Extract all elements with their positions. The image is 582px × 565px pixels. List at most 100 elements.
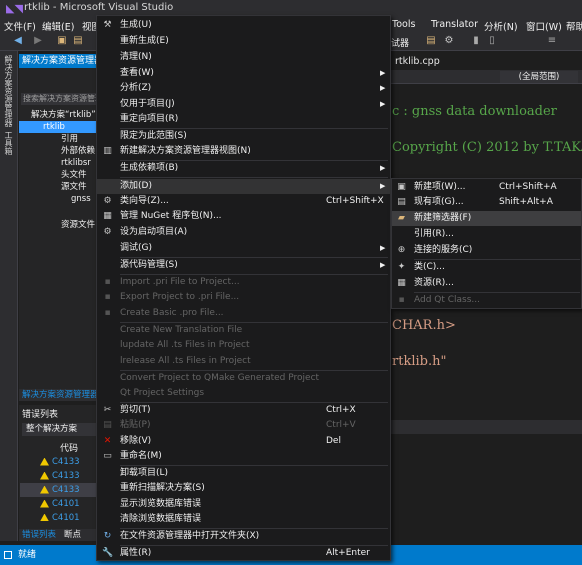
menu-item-label: 添加(D) bbox=[120, 181, 152, 191]
menu-item-project-only[interactable]: 仅用于项目(J) ▶ bbox=[97, 97, 390, 112]
menu-item-clear-db-errors[interactable]: 清除浏览数据库错误 bbox=[97, 512, 390, 527]
submenu-item-add-qt-class[interactable]: ▪ Add Qt Class... bbox=[392, 293, 581, 308]
menu-item-view[interactable]: 查看(W) ▶ bbox=[97, 66, 390, 81]
menu-item-scope-to-this[interactable]: 限定为此范围(S) bbox=[97, 129, 390, 144]
menu-item-label: 剪切(T) bbox=[120, 405, 151, 415]
error-code[interactable]: C4133 bbox=[52, 457, 80, 467]
menu-item-properties[interactable]: 🔧 属性(R) Alt+Enter bbox=[97, 546, 390, 561]
menu-item-paste[interactable]: ▤ 粘贴(P) Ctrl+V bbox=[97, 418, 390, 433]
menu-item-debug[interactable]: 调试(G) ▶ bbox=[97, 241, 390, 256]
submenu-item-resource[interactable]: ▦ 资源(R)... bbox=[392, 276, 581, 291]
menu-window[interactable]: 窗口(W) bbox=[526, 19, 562, 33]
status-text: 就绪 bbox=[18, 550, 37, 560]
menu-item-rename[interactable]: ▭ 重命名(M) bbox=[97, 449, 390, 464]
table-row[interactable]: C4101 bbox=[20, 497, 97, 511]
menu-item-qt-settings[interactable]: Qt Project Settings bbox=[97, 386, 390, 401]
rail-solution-explorer[interactable]: 解决方案资源管理器 bbox=[3, 55, 14, 127]
table-row[interactable]: C4133 bbox=[20, 483, 97, 497]
menu-item-label: 分析(Z) bbox=[120, 83, 152, 93]
settings-icon[interactable]: ⚙ bbox=[443, 35, 455, 47]
folder-icon[interactable]: ▤ bbox=[425, 35, 437, 47]
open-folder-icon[interactable]: ▤ bbox=[72, 35, 84, 47]
menu-item-show-db-errors[interactable]: 显示浏览数据库错误 bbox=[97, 497, 390, 512]
rail-toolbox[interactable]: 工具箱 bbox=[3, 131, 14, 155]
menu-item-cut[interactable]: ✂ 剪切(T) Ctrl+X bbox=[97, 403, 390, 418]
menu-item-open-folder[interactable]: ↻ 在文件资源管理器中打开文件夹(X) bbox=[97, 529, 390, 544]
submenu-item-existing-item[interactable]: ▤ 现有项(G)... Shift+Alt+A bbox=[392, 195, 581, 210]
error-scope-dropdown[interactable]: 整个解决方案 bbox=[22, 423, 97, 436]
menu-item-label: Qt Project Settings bbox=[120, 388, 205, 398]
submenu-item-connected-service[interactable]: ⊕ 连接的服务(C) bbox=[392, 243, 581, 258]
menu-item-retarget[interactable]: 重定向项目(R) bbox=[97, 112, 390, 127]
menu-item-build[interactable]: ⚒ 生成(U) bbox=[97, 18, 390, 33]
error-code[interactable]: C4133 bbox=[52, 485, 80, 495]
menu-item-new-view[interactable]: ▥ 新建解决方案资源管理器视图(N) bbox=[97, 144, 390, 159]
menu-item-remove[interactable]: ✕ 移除(V) Del bbox=[97, 434, 390, 449]
menu-item-export-pri[interactable]: ▪ Export Project to .pri File... bbox=[97, 290, 390, 305]
menu-item-lrelease[interactable]: lrelease All .ts Files in Project bbox=[97, 354, 390, 369]
menu-item-build-dependencies[interactable]: 生成依赖项(B) ▶ bbox=[97, 161, 390, 176]
tab-error-list[interactable]: 错误列表 bbox=[22, 529, 56, 541]
error-column-code[interactable]: 代码 bbox=[60, 441, 78, 454]
menu-item-label: 管理 NuGet 程序包(N)... bbox=[120, 211, 222, 221]
editor-tab[interactable]: rtklib.cpp bbox=[395, 55, 455, 69]
tree-item[interactable]: 源文件 bbox=[19, 181, 97, 193]
menu-item-new-translation[interactable]: Create New Translation File bbox=[97, 323, 390, 338]
forward-icon[interactable]: ▶ bbox=[32, 35, 44, 47]
menu-item-nuget[interactable]: ▦ 管理 NuGet 程序包(N)... bbox=[97, 209, 390, 224]
tree-item[interactable]: 引用 bbox=[19, 133, 97, 145]
back-icon[interactable]: ◀ bbox=[12, 35, 24, 47]
menu-item-source-control[interactable]: 源代码管理(S) ▶ bbox=[97, 258, 390, 273]
scope-dropdown[interactable]: (全局范围) bbox=[500, 71, 578, 83]
menu-item-add[interactable]: 添加(D) ▶ bbox=[97, 179, 390, 194]
menu-edit[interactable]: 编辑(E) bbox=[42, 19, 74, 33]
tree-item[interactable]: 外部依赖 bbox=[19, 145, 97, 157]
submenu-item-new-item[interactable]: ▣ 新建项(W)... Ctrl+Shift+A bbox=[392, 180, 581, 195]
tree-solution[interactable]: 解决方案“rtklib” bbox=[19, 109, 97, 121]
submenu-item-new-filter[interactable]: ▰ 新建筛选器(F) bbox=[392, 211, 581, 226]
bookmark-icon[interactable]: ▮ bbox=[470, 35, 482, 47]
submenu-item-reference[interactable]: 引用(R)... bbox=[392, 227, 581, 242]
table-row[interactable]: C4133 bbox=[20, 469, 97, 483]
menu-item-label: 引用(R)... bbox=[414, 229, 454, 239]
error-code[interactable]: C4133 bbox=[52, 471, 80, 481]
menu-item-create-pro[interactable]: ▪ Create Basic .pro File... bbox=[97, 306, 390, 321]
menu-analyze[interactable]: 分析(N) bbox=[484, 19, 518, 33]
tree-item[interactable]: 头文件 bbox=[19, 169, 97, 181]
menu-item-label: 属性(R) bbox=[120, 548, 152, 558]
tree-item[interactable]: rtklibsr bbox=[19, 157, 97, 169]
solution-explorer-bottom-tab[interactable]: 解决方案资源管理器 bbox=[19, 389, 97, 401]
menu-item-analyze[interactable]: 分析(Z) ▶ bbox=[97, 81, 390, 96]
error-code[interactable]: C4101 bbox=[52, 499, 80, 509]
tab-breakpoints[interactable]: 断点 bbox=[64, 529, 81, 541]
menu-item-clean[interactable]: 清理(N) bbox=[97, 50, 390, 65]
debugger-dropdown[interactable]: 试器 bbox=[391, 36, 409, 49]
indent-icon[interactable]: ≡ bbox=[546, 35, 558, 47]
menu-item-label: 重新扫描解决方案(S) bbox=[120, 483, 205, 493]
solution-explorer-search[interactable]: 搜索解决方案资源管理 bbox=[21, 93, 97, 105]
menu-translator[interactable]: Translator bbox=[431, 19, 478, 30]
comment-icon[interactable]: ▯ bbox=[486, 35, 498, 47]
tree-item[interactable]: 资源文件 bbox=[19, 219, 97, 231]
warning-icon bbox=[40, 485, 49, 494]
menu-item-class-wizard[interactable]: ⚙ 类向导(Z)... Ctrl+Shift+X bbox=[97, 194, 390, 209]
table-row[interactable]: C4133 bbox=[20, 455, 97, 469]
menu-file[interactable]: 文件(F) bbox=[4, 19, 36, 33]
tree-item[interactable]: gnss bbox=[19, 193, 97, 205]
menu-item-rebuild[interactable]: 重新生成(E) bbox=[97, 34, 390, 49]
menu-item-lupdate[interactable]: lupdate All .ts Files in Project bbox=[97, 338, 390, 353]
menu-item-unload-project[interactable]: 卸载项目(L) bbox=[97, 466, 390, 481]
menu-tools[interactable]: Tools bbox=[392, 19, 415, 30]
menu-item-convert-qmake[interactable]: Convert Project to QMake Generated Proje… bbox=[97, 371, 390, 386]
menu-item-set-startup[interactable]: ⚙ 设为启动项目(A) bbox=[97, 225, 390, 240]
menu-item-label: 清除浏览数据库错误 bbox=[120, 514, 202, 524]
submenu-item-class[interactable]: ✦ 类(C)... bbox=[392, 260, 581, 275]
tree-item-label: 外部依赖 bbox=[61, 146, 96, 156]
error-code[interactable]: C4101 bbox=[52, 513, 80, 521]
table-row[interactable]: C4101 bbox=[20, 511, 97, 521]
new-project-icon[interactable]: ▣ bbox=[56, 35, 68, 47]
menu-item-rescan[interactable]: 重新扫描解决方案(S) bbox=[97, 481, 390, 496]
tree-project[interactable]: rtklib bbox=[19, 121, 97, 133]
menu-help[interactable]: 帮助 bbox=[566, 19, 582, 33]
menu-item-import-pri[interactable]: ▪ Import .pri File to Project... bbox=[97, 275, 390, 290]
